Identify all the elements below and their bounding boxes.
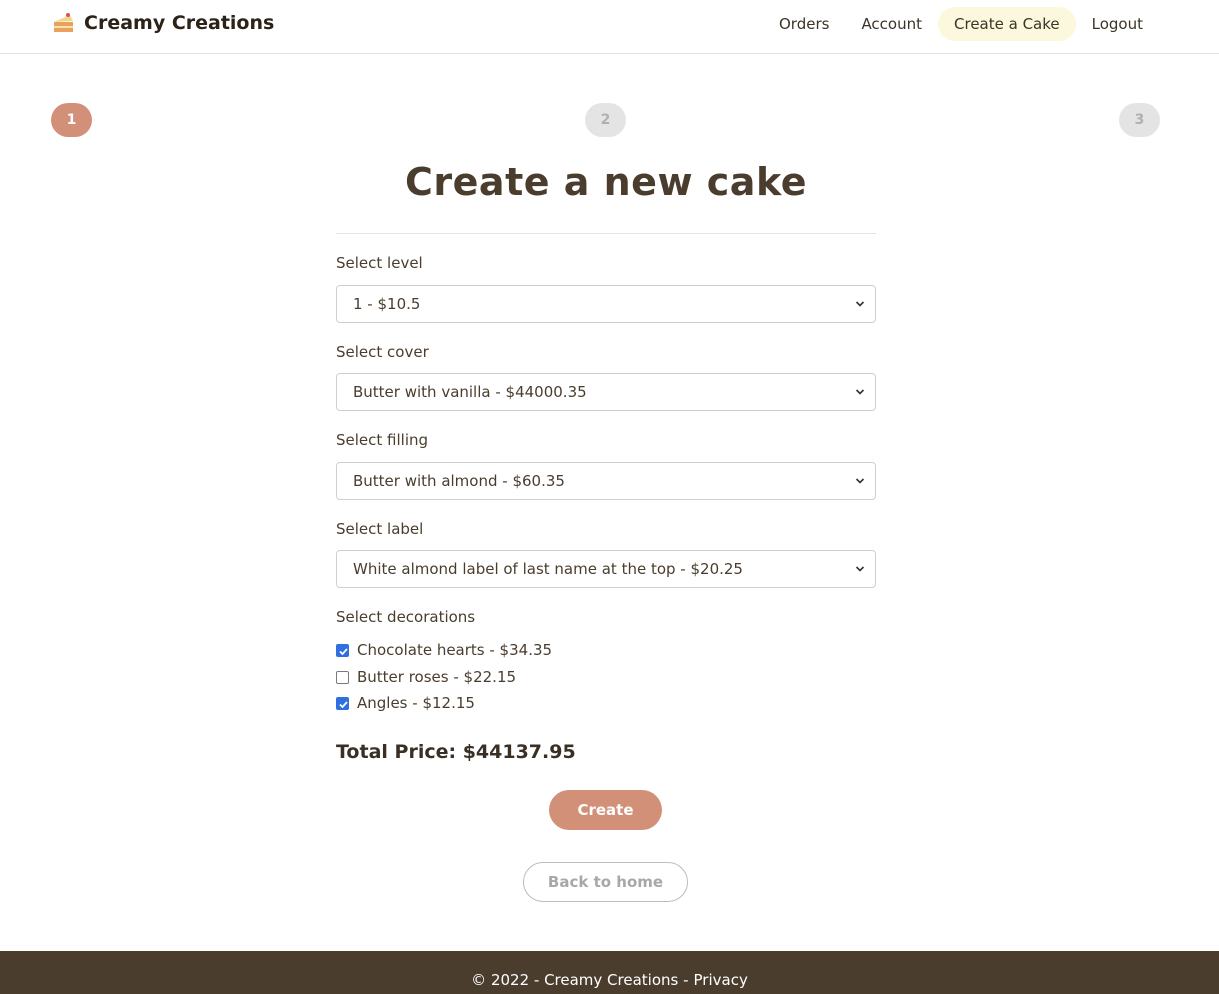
- checkbox-unchecked[interactable]: [336, 670, 349, 684]
- navbar: Creamy Creations Orders Account Create a…: [0, 0, 1219, 54]
- checkbox-checked[interactable]: [336, 696, 349, 710]
- cake-label-label: Select label: [336, 520, 424, 538]
- chevron-down-icon: [855, 301, 865, 307]
- page-title: Create a new cake: [405, 160, 807, 204]
- filling-select-value: Butter with almond - $60.35: [353, 472, 565, 490]
- decoration-butter-roses[interactable]: Butter roses - $22.15: [336, 668, 516, 686]
- cake-label-select[interactable]: White almond label of last name at the t…: [336, 550, 876, 588]
- checkbox-checked[interactable]: [336, 643, 349, 657]
- level-label: Select level: [336, 254, 423, 272]
- filling-select[interactable]: Butter with almond - $60.35: [336, 462, 876, 500]
- create-button[interactable]: Create: [549, 790, 662, 830]
- chevron-down-icon: [855, 566, 865, 572]
- divider: [336, 233, 876, 234]
- total-price: Total Price: $44137.95: [336, 741, 576, 763]
- nav-links: Orders Account Create a Cake Logout: [763, 7, 1159, 41]
- decoration-chocolate-hearts[interactable]: Chocolate hearts - $34.35: [336, 641, 552, 659]
- cover-label: Select cover: [336, 343, 429, 361]
- decoration-label: Butter roses - $22.15: [357, 668, 517, 686]
- footer-copyright: © 2022 - Creamy Creations -: [471, 970, 689, 989]
- nav-logout[interactable]: Logout: [1076, 7, 1159, 41]
- step-1: 1: [51, 103, 92, 137]
- decorations-label: Select decorations: [336, 608, 476, 626]
- level-select[interactable]: 1 - $10.5: [336, 285, 876, 323]
- cake-label-select-value: White almond label of last name at the t…: [353, 560, 743, 578]
- cover-select[interactable]: Butter with vanilla - $44000.35: [336, 373, 876, 411]
- decoration-label: Chocolate hearts - $34.35: [357, 641, 553, 659]
- chevron-down-icon: [855, 389, 865, 395]
- chevron-down-icon: [855, 478, 865, 484]
- nav-account[interactable]: Account: [845, 7, 938, 41]
- step-2: 2: [585, 103, 626, 137]
- decoration-angles[interactable]: Angles - $12.15: [336, 694, 475, 712]
- step-3: 3: [1119, 103, 1160, 137]
- cake-slice-icon: [52, 12, 75, 34]
- privacy-link[interactable]: Privacy: [694, 971, 748, 989]
- cover-select-value: Butter with vanilla - $44000.35: [353, 383, 587, 401]
- brand-name: Creamy Creations: [84, 12, 275, 34]
- level-select-value: 1 - $10.5: [353, 295, 421, 313]
- brand[interactable]: Creamy Creations: [52, 12, 274, 34]
- back-to-home-button[interactable]: Back to home: [523, 862, 688, 902]
- footer: © 2022 - Creamy Creations - Privacy: [0, 951, 1219, 994]
- decoration-label: Angles - $12.15: [357, 694, 475, 712]
- nav-orders[interactable]: Orders: [763, 7, 845, 41]
- nav-create-cake[interactable]: Create a Cake: [938, 7, 1076, 41]
- filling-label: Select filling: [336, 431, 429, 449]
